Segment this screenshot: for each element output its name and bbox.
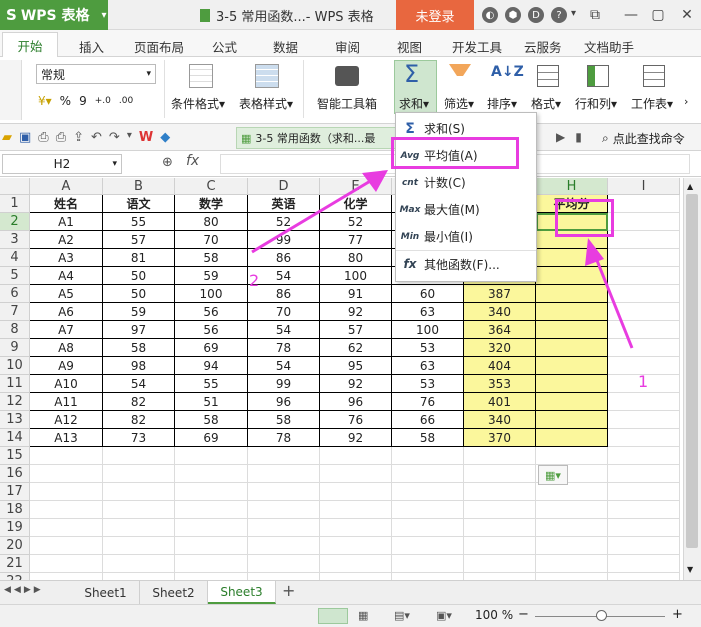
sheet-tabs-bar: ◀◀▶▶ Sheet1 Sheet2 Sheet3 + [0, 580, 701, 604]
page-break-view-icon[interactable]: ▦ [358, 609, 368, 622]
reading-view-icon[interactable]: ▣▾ [436, 609, 452, 622]
annotation-label-2: 2 [249, 271, 260, 290]
annotation-arrows [251, 170, 634, 349]
arrow-2-head [362, 170, 388, 192]
annotation-label-1: 1 [638, 372, 649, 391]
arrow-1-line [594, 257, 634, 349]
add-sheet-icon[interactable]: + [282, 581, 295, 600]
normal-view-icon[interactable] [318, 608, 348, 624]
zoom-out-icon[interactable]: − [518, 607, 529, 622]
sheet-nav-icon[interactable]: ◀◀▶▶ [4, 585, 44, 595]
status-bar: ▦ ▤▾ ▣▾ 100 % − + [0, 604, 701, 627]
zoom-level[interactable]: 100 % [475, 608, 513, 622]
arrow-1-head [585, 238, 604, 266]
sheet-tab-1[interactable]: Sheet1 [72, 581, 140, 604]
arrow-2-line [251, 178, 373, 254]
page-layout-view-icon[interactable]: ▤▾ [394, 609, 410, 622]
zoom-slider-thumb[interactable] [596, 610, 607, 621]
zoom-in-icon[interactable]: + [672, 607, 683, 622]
paste-options-icon[interactable]: ▦▾ [538, 465, 568, 485]
sheet-tab-2[interactable]: Sheet2 [140, 581, 208, 604]
sheet-tab-3[interactable]: Sheet3 [208, 581, 276, 604]
